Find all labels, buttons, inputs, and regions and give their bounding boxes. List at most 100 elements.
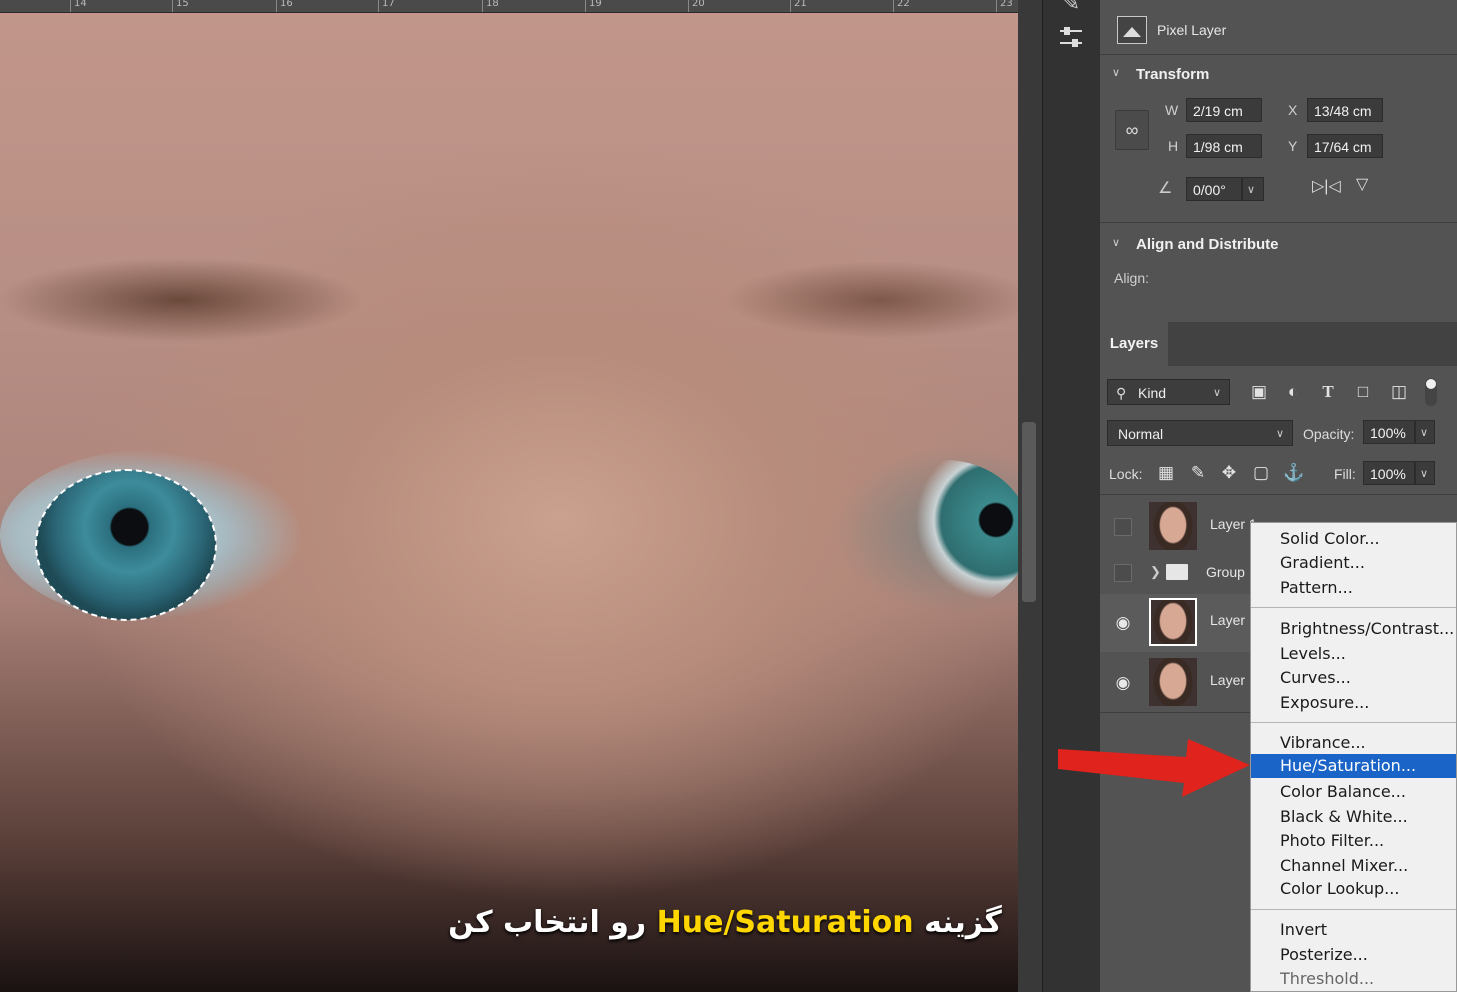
width-field[interactable]: 2/19 cm <box>1186 98 1262 122</box>
menu-separator <box>1251 607 1456 608</box>
opacity-field[interactable]: 100% <box>1363 420 1415 444</box>
tab-layers[interactable]: Layers <box>1100 322 1168 366</box>
canvas-vertical-scrollbar[interactable] <box>1018 0 1042 992</box>
opacity-chevron-icon[interactable]: ∨ <box>1415 420 1435 444</box>
chevron-down-icon[interactable]: ∨ <box>1112 66 1122 79</box>
iris-selection-marquee[interactable] <box>35 469 217 621</box>
lock-transparent-pixels-icon[interactable]: ▦ <box>1155 462 1177 484</box>
blend-mode-select[interactable]: Normal ∨ <box>1107 420 1293 446</box>
image-canvas[interactable]: 14 15 16 17 18 19 20 21 22 23 گزینه Hue/… <box>0 0 1018 992</box>
angle-icon: ∠ <box>1158 180 1173 197</box>
caption-word-2: رو انتخاب کن <box>448 905 647 940</box>
menu-item-channel-mixer[interactable]: Channel Mixer... <box>1251 854 1456 878</box>
type-filter-icon[interactable]: T <box>1317 381 1339 403</box>
filter-toggle-switch[interactable] <box>1425 378 1437 406</box>
brush-icon[interactable]: ✎ <box>1053 0 1089 22</box>
folder-icon <box>1166 564 1188 580</box>
menu-item-gradient[interactable]: Gradient... <box>1251 551 1456 575</box>
lock-all-icon[interactable]: ⚓ <box>1283 462 1305 484</box>
menu-item-photo-filter[interactable]: Photo Filter... <box>1251 829 1456 853</box>
chevron-right-icon[interactable]: ❯ <box>1150 564 1161 580</box>
menu-item-posterize[interactable]: Posterize... <box>1251 943 1456 967</box>
ruler-label: 16 <box>280 0 293 9</box>
pointer-arrow-icon <box>1058 739 1250 797</box>
horizontal-ruler: 14 15 16 17 18 19 20 21 22 23 <box>0 0 1018 13</box>
lock-label: Lock: <box>1109 466 1143 482</box>
menu-item-black-white[interactable]: Black & White... <box>1251 805 1456 829</box>
height-label: H <box>1168 138 1179 154</box>
ruler-tick <box>585 0 586 12</box>
ruler-label: 23 <box>1000 0 1013 9</box>
ruler-tick <box>482 0 483 12</box>
divider <box>1100 54 1457 55</box>
x-position-field[interactable]: 13/48 cm <box>1307 98 1383 122</box>
link-proportions-icon[interactable]: ∞ <box>1115 110 1149 150</box>
angle-field[interactable]: 0/00° <box>1186 177 1242 201</box>
y-label: Y <box>1288 138 1298 154</box>
toggle-knob <box>1426 379 1436 389</box>
visibility-checkbox[interactable] <box>1114 518 1132 536</box>
adjustments-sliders-icon[interactable] <box>1053 22 1089 58</box>
layer-name: Layer <box>1210 612 1246 628</box>
caption-highlight: Hue/Saturation <box>656 905 914 940</box>
align-label: Align: <box>1114 270 1150 286</box>
ruler-tick <box>70 0 71 12</box>
ruler-tick <box>688 0 689 12</box>
menu-item-brightness-contrast[interactable]: Brightness/Contrast... <box>1251 617 1456 641</box>
lock-artboard-icon[interactable]: ▢ <box>1250 462 1272 484</box>
transform-section-title[interactable]: Transform <box>1136 66 1209 83</box>
menu-item-exposure[interactable]: Exposure... <box>1251 691 1456 715</box>
right-eye <box>860 460 1018 610</box>
menu-item-levels[interactable]: Levels... <box>1251 642 1456 666</box>
scrollbar-thumb[interactable] <box>1022 422 1036 602</box>
ruler-label: 20 <box>692 0 705 9</box>
menu-item-color-lookup[interactable]: Color Lookup... <box>1251 877 1456 901</box>
menu-item-solid-color[interactable]: Solid Color... <box>1251 527 1456 551</box>
y-position-field[interactable]: 17/64 cm <box>1307 134 1383 158</box>
menu-item-hue-saturation[interactable]: Hue/Saturation... <box>1251 754 1456 778</box>
chevron-down-icon[interactable]: ∨ <box>1112 236 1122 249</box>
menu-separator <box>1251 909 1456 910</box>
eye-icon[interactable]: ◉ <box>1112 612 1134 634</box>
shape-filter-icon[interactable]: □ <box>1352 381 1374 403</box>
layer-filter-kind-select[interactable]: ⚲ Kind ∨ <box>1107 379 1230 405</box>
menu-item-threshold[interactable]: Threshold... <box>1251 967 1456 991</box>
fill-field[interactable]: 100% <box>1363 461 1415 485</box>
ruler-tick <box>378 0 379 12</box>
ruler-label: 21 <box>794 0 807 9</box>
ruler-label: 17 <box>382 0 395 9</box>
angle-dropdown-chevron-icon[interactable]: ∨ <box>1242 177 1264 201</box>
lock-position-icon[interactable]: ✥ <box>1218 462 1240 484</box>
search-icon: ⚲ <box>1116 385 1127 401</box>
tutorial-caption: گزینه Hue/Saturation رو انتخاب کن <box>440 905 1010 961</box>
width-label: W <box>1165 102 1179 118</box>
layer-kind-label: Pixel Layer <box>1157 22 1227 38</box>
fill-chevron-icon[interactable]: ∨ <box>1415 461 1435 485</box>
height-field[interactable]: 1/98 cm <box>1186 134 1262 158</box>
menu-item-curves[interactable]: Curves... <box>1251 666 1456 690</box>
lock-image-pixels-icon[interactable]: ✎ <box>1187 462 1209 484</box>
eye-icon[interactable]: ◉ <box>1112 672 1134 694</box>
flip-vertical-icon[interactable]: ▽ <box>1356 174 1368 194</box>
menu-item-vibrance[interactable]: Vibrance... <box>1251 731 1456 755</box>
divider <box>1100 494 1457 495</box>
menu-item-pattern[interactable]: Pattern... <box>1251 576 1456 600</box>
adjustment-filter-icon[interactable]: ◐ <box>1282 381 1304 403</box>
x-label: X <box>1288 102 1298 118</box>
flip-horizontal-icon[interactable]: ▷|◁ <box>1312 176 1341 196</box>
menu-item-color-balance[interactable]: Color Balance... <box>1251 780 1456 804</box>
menu-item-invert[interactable]: Invert <box>1251 918 1456 942</box>
caption-word-1: گزینه <box>924 905 1002 940</box>
filter-kind-label: Kind <box>1138 385 1167 401</box>
smart-object-filter-icon[interactable]: ◫ <box>1388 381 1410 403</box>
ruler-label: 19 <box>589 0 602 9</box>
adjustment-layer-menu: Solid Color... Gradient... Pattern... Br… <box>1250 522 1457 992</box>
visibility-checkbox[interactable] <box>1114 564 1132 582</box>
pixel-layer-icon <box>1117 16 1147 44</box>
opacity-label: Opacity: <box>1303 426 1355 442</box>
ruler-tick <box>172 0 173 12</box>
ruler-label: 14 <box>74 0 87 9</box>
align-section-title[interactable]: Align and Distribute <box>1136 236 1279 253</box>
group-name: Group <box>1206 564 1245 580</box>
pixel-filter-icon[interactable]: ▣ <box>1248 381 1270 403</box>
